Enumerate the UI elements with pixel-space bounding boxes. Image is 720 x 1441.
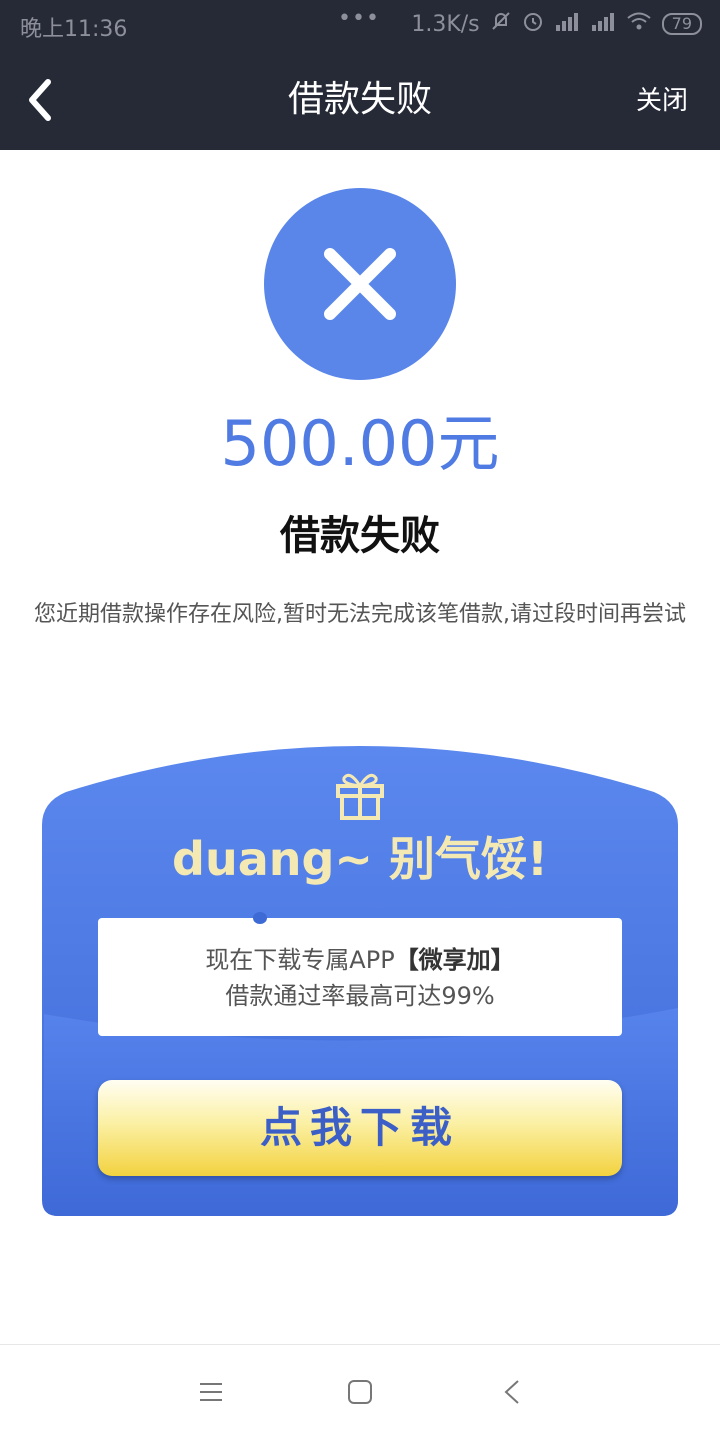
back-icon[interactable]	[500, 1379, 526, 1409]
fail-status-icon	[264, 188, 456, 380]
system-nav-bar	[0, 1344, 720, 1441]
promo-letter: 现在下载专属APP【微享加】 借款通过率最高可达99%	[98, 912, 622, 1036]
promo-line-1-text: 现在下载专属APP	[205, 946, 395, 974]
signal-icon	[554, 11, 580, 37]
mute-icon	[490, 10, 512, 38]
notification-dots: •••	[338, 6, 380, 31]
menu-icon[interactable]	[198, 1379, 224, 1409]
header-bar: 借款失败 关闭	[0, 50, 720, 150]
signal-icon-2	[590, 11, 616, 37]
result-message: 您近期借款操作存在风险,暂时无法完成该笔借款,请过段时间再尝试	[34, 602, 686, 627]
wifi-icon	[626, 11, 652, 37]
gift-icon	[336, 773, 384, 820]
promo-line-2: 借款通过率最高可达99%	[225, 982, 495, 1010]
promo-slogan: duang~ 别气馁!	[172, 832, 548, 886]
loan-amount: 500.00元	[220, 407, 500, 480]
download-button[interactable]: 点我下载	[98, 1080, 622, 1176]
result-title: 借款失败	[280, 513, 440, 559]
alarm-icon	[522, 10, 544, 38]
page-title: 借款失败	[287, 79, 432, 120]
network-speed: 1.3K/s	[411, 11, 480, 37]
fail-x-icon	[324, 248, 396, 320]
close-button[interactable]: 关闭	[636, 84, 688, 118]
promo-card: duang~ 别气馁! 现在下载专属APP【微享加】 借款通过率最高可达99% …	[38, 730, 682, 1220]
status-time: 晚上11:36	[20, 17, 128, 42]
promo-line-1: 现在下载专属APP【微享加】	[98, 942, 622, 978]
promo-app-name: 【微享加】	[394, 946, 515, 974]
letter-notch	[253, 912, 267, 924]
status-bar: 晚上11:36 ••• 1.3K/s 79	[0, 0, 720, 50]
battery-indicator: 79	[661, 13, 702, 35]
home-icon[interactable]	[347, 1379, 373, 1409]
